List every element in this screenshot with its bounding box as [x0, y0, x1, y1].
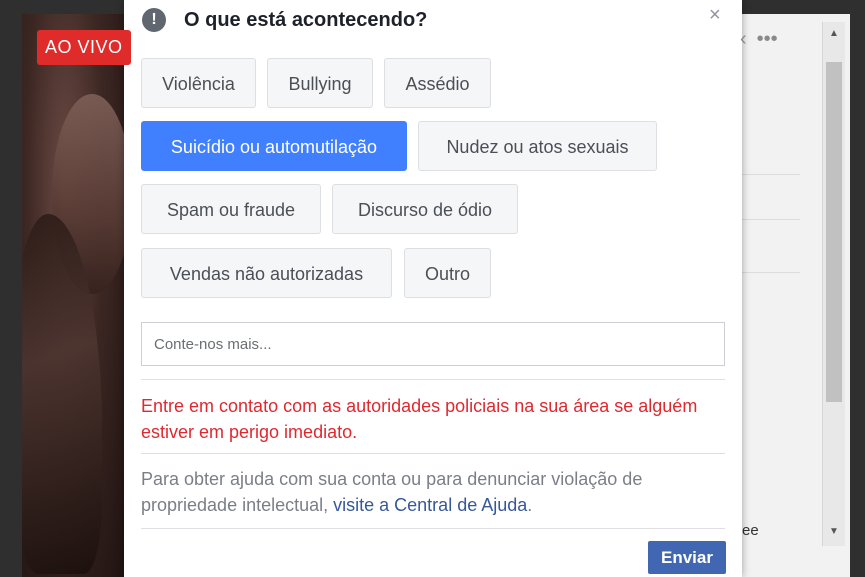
option-violencia[interactable]: Violência	[141, 58, 256, 108]
overlay-left	[0, 0, 22, 577]
overlay-right	[850, 0, 865, 577]
option-assedio[interactable]: Assédio	[384, 58, 491, 108]
side-divider	[742, 219, 800, 220]
emergency-warning: Entre em contato com as autoridades poli…	[141, 396, 698, 442]
divider	[141, 453, 725, 454]
divider	[141, 379, 725, 380]
side-icons: ‹ •••	[740, 28, 788, 51]
more-icon[interactable]: •••	[757, 28, 778, 50]
scrollbar[interactable]: ▲ ▼	[822, 22, 845, 546]
help-text-suffix: .	[527, 495, 533, 515]
option-bullying[interactable]: Bullying	[267, 58, 373, 108]
option-spam-fraude[interactable]: Spam ou fraude	[141, 184, 321, 234]
divider	[141, 528, 725, 529]
live-badge: AO VIVO	[37, 30, 131, 65]
option-vendas-nao-autorizadas[interactable]: Vendas não autorizadas	[141, 248, 392, 298]
dialog-header: ! O que está acontecendo?	[142, 6, 427, 34]
report-dialog: ! O que está acontecendo? × Violência Bu…	[124, 0, 742, 577]
alert-icon: !	[142, 8, 166, 32]
option-suicidio-automutilacao[interactable]: Suicídio ou automutilação	[141, 121, 407, 171]
side-divider	[742, 174, 800, 175]
close-icon[interactable]: ×	[709, 4, 721, 27]
option-outro[interactable]: Outro	[404, 248, 491, 298]
comment-input[interactable]	[141, 322, 725, 366]
help-text: Para obter ajuda com sua conta ou para d…	[141, 466, 725, 518]
send-button[interactable]: Enviar	[648, 541, 726, 574]
side-text: ee	[742, 522, 759, 539]
help-center-link[interactable]: visite a Central de Ajuda	[333, 495, 527, 515]
scroll-thumb[interactable]	[826, 62, 842, 402]
live-video	[22, 14, 130, 577]
scroll-up-icon[interactable]: ▲	[823, 28, 845, 39]
chevron-left-icon[interactable]: ‹	[740, 28, 747, 50]
dialog-title: O que está acontecendo?	[184, 8, 428, 31]
option-discurso-odio[interactable]: Discurso de ódio	[332, 184, 518, 234]
scroll-down-icon[interactable]: ▼	[823, 526, 845, 537]
option-nudez[interactable]: Nudez ou atos sexuais	[418, 121, 657, 171]
side-divider	[742, 272, 800, 273]
